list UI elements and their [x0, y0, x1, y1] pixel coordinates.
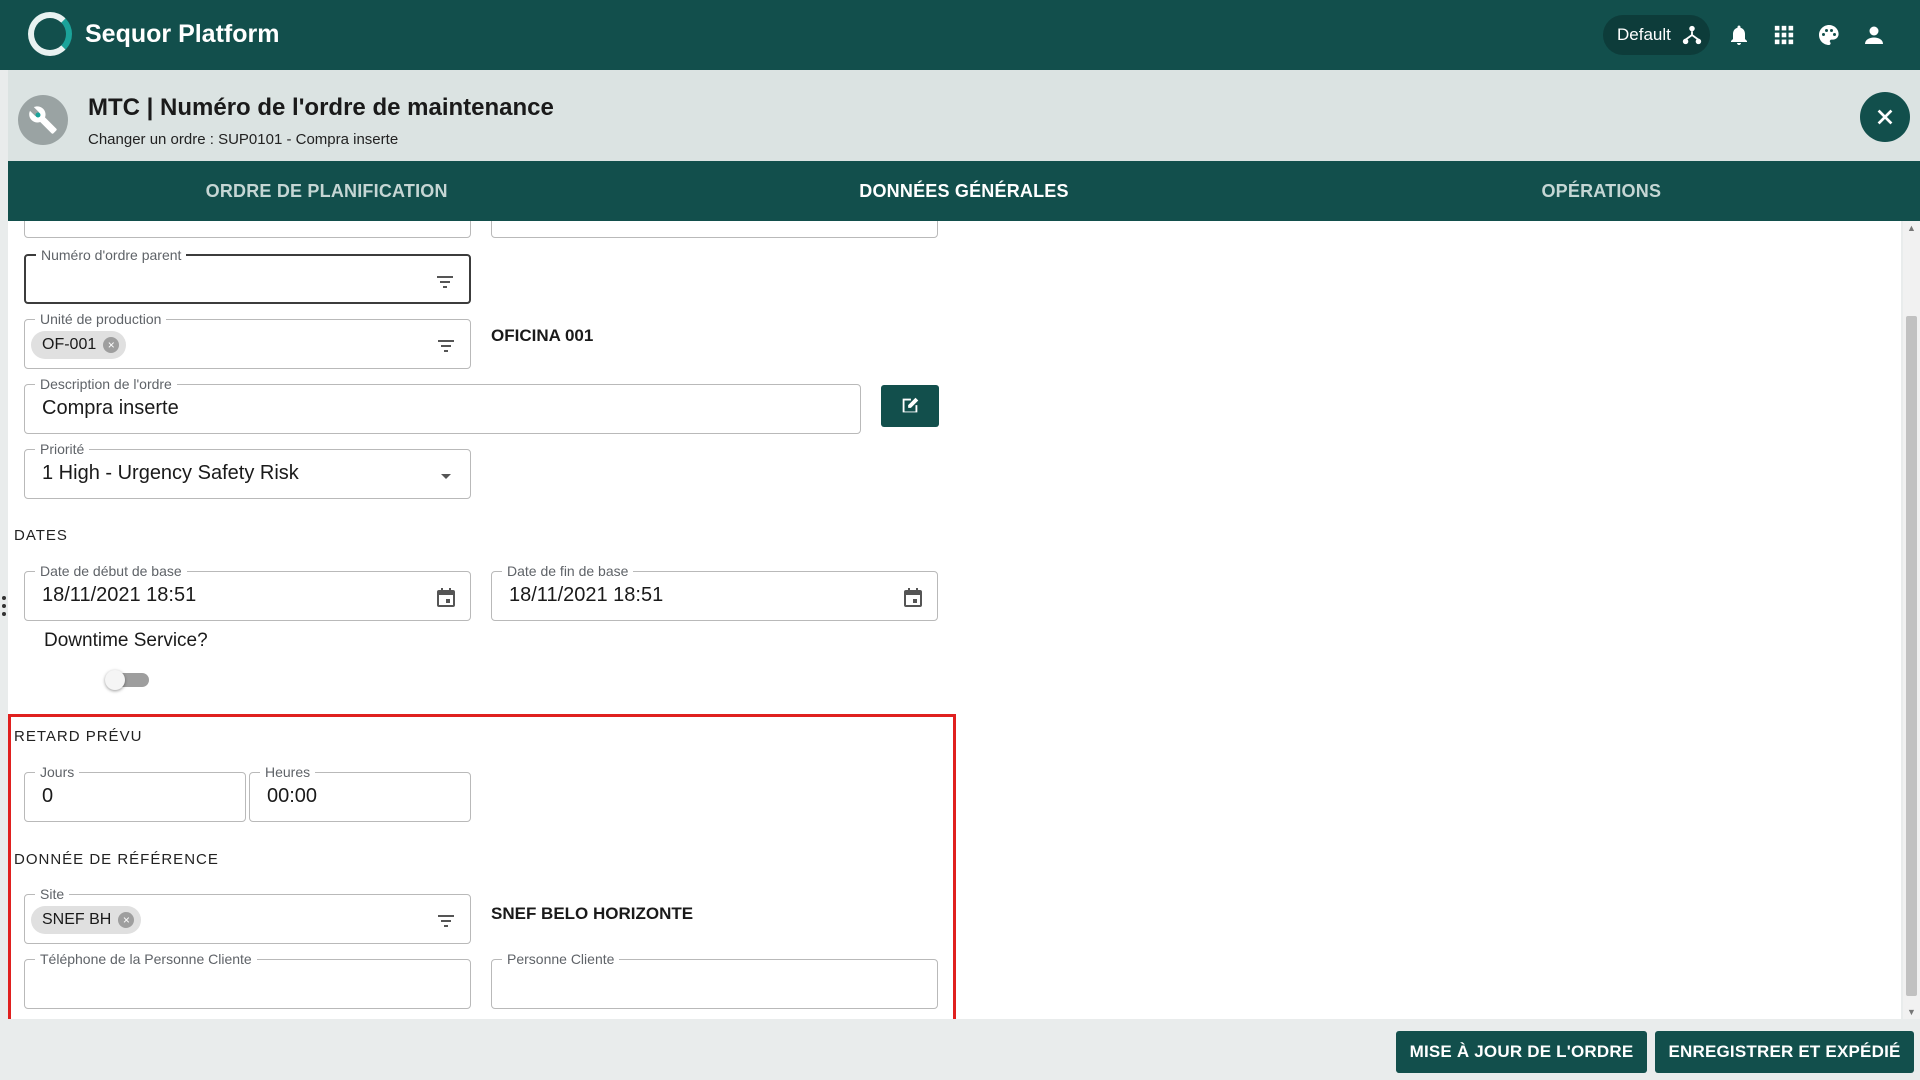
tab-bar: ORDRE DE PLANIFICATION DONNÉES GÉNÉRALES… — [8, 161, 1920, 221]
parent-order-label: Numéro d'ordre parent — [36, 247, 187, 263]
scrollbar-thumb[interactable] — [1906, 316, 1917, 996]
notifications-bell-icon[interactable] — [1724, 20, 1754, 50]
end-date-field[interactable]: Date de fin de base 18/11/2021 18:51 — [491, 563, 938, 621]
toggle-knob — [105, 670, 125, 690]
update-order-button[interactable]: MISE À JOUR DE L'ORDRE — [1396, 1031, 1647, 1073]
production-unit-chip-label: OF-001 — [42, 336, 97, 353]
calendar-icon[interactable] — [901, 586, 925, 610]
scrolled-field-right[interactable] — [491, 221, 938, 238]
priority-value: 1 High - Urgency Safety Risk — [42, 462, 299, 484]
wrench-icon — [18, 95, 68, 145]
highlight-box — [8, 714, 956, 1026]
tab-general-data[interactable]: DONNÉES GÉNÉRALES — [645, 161, 1283, 221]
order-description-field[interactable]: Description de l'ordre Compra inserte — [24, 376, 861, 434]
sequor-logo-icon — [28, 12, 72, 56]
order-description-label: Description de l'ordre — [35, 376, 177, 392]
end-date-value: 18/11/2021 18:51 — [509, 584, 664, 606]
hierarchy-icon — [1682, 25, 1702, 45]
scroll-up-icon[interactable]: ▲ — [1907, 223, 1916, 233]
end-date-label: Date de fin de base — [502, 563, 634, 579]
downtime-label: Downtime Service? — [44, 630, 208, 651]
save-and-dispatch-button[interactable]: ENREGISTRER ET EXPÉDIÉ — [1655, 1031, 1914, 1073]
filter-icon[interactable] — [433, 270, 457, 294]
vertical-scrollbar[interactable]: ▲ ▼ — [1903, 221, 1920, 1019]
dates-section-title: DATES — [14, 527, 68, 544]
apps-grid-icon[interactable] — [1769, 20, 1799, 50]
edit-icon — [902, 397, 919, 413]
scroll-down-icon[interactable]: ▼ — [1907, 1007, 1916, 1017]
environment-selector[interactable]: Default — [1603, 15, 1710, 55]
tab-planning-order[interactable]: ORDRE DE PLANIFICATION — [8, 161, 645, 221]
chip-remove-icon[interactable]: × — [103, 337, 120, 353]
production-unit-label: Unité de production — [35, 311, 167, 327]
dropdown-arrow-icon[interactable] — [434, 464, 458, 488]
page-header: MTC | Numéro de l'ordre de maintenance C… — [8, 70, 1920, 161]
priority-label: Priorité — [35, 441, 90, 457]
close-icon — [1877, 109, 1893, 125]
edit-description-button[interactable] — [881, 385, 939, 427]
order-description-value: Compra inserte — [42, 397, 179, 419]
environment-label: Default — [1617, 25, 1671, 44]
parent-order-field[interactable]: Numéro d'ordre parent — [24, 247, 471, 304]
tab-operations[interactable]: OPÉRATIONS — [1283, 161, 1920, 221]
downtime-toggle[interactable] — [105, 670, 151, 690]
start-date-label: Date de début de base — [35, 563, 187, 579]
top-bar: Sequor Platform Default — [0, 0, 1920, 70]
close-button[interactable] — [1860, 92, 1910, 142]
calendar-icon[interactable] — [434, 586, 458, 610]
app-title: Sequor Platform — [85, 20, 280, 48]
production-unit-field[interactable]: Unité de production OF-001 × — [24, 311, 471, 369]
filter-icon[interactable] — [434, 334, 458, 358]
palette-icon[interactable] — [1814, 20, 1844, 50]
page-subtitle: Changer un ordre : SUP0101 - Compra inse… — [88, 131, 399, 148]
start-date-value: 18/11/2021 18:51 — [42, 584, 197, 606]
scrolled-field-left[interactable] — [24, 221, 471, 238]
priority-select[interactable]: Priorité 1 High - Urgency Safety Risk — [24, 441, 471, 499]
more-options-icon[interactable] — [2, 596, 8, 620]
start-date-field[interactable]: Date de début de base 18/11/2021 18:51 — [24, 563, 471, 621]
production-unit-description: OFICINA 001 — [491, 326, 594, 345]
production-unit-chip[interactable]: OF-001 × — [31, 331, 127, 359]
page-title: MTC | Numéro de l'ordre de maintenance — [88, 94, 554, 121]
user-account-icon[interactable] — [1859, 20, 1889, 50]
